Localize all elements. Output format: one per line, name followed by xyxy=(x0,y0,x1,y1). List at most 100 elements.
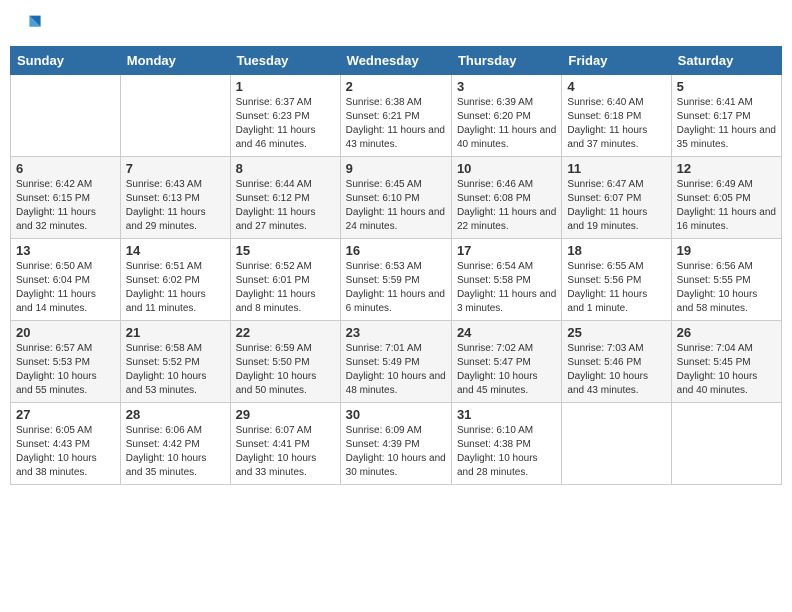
calendar: SundayMondayTuesdayWednesdayThursdayFrid… xyxy=(10,46,782,485)
day-number: 19 xyxy=(677,243,776,258)
day-number: 25 xyxy=(567,325,665,340)
calendar-cell: 25Sunrise: 7:03 AM Sunset: 5:46 PM Dayli… xyxy=(562,321,671,403)
day-number: 10 xyxy=(457,161,556,176)
calendar-cell: 13 Sunrise: 6:50 AM Sunset: 6:04 PM Dayli… xyxy=(11,239,121,321)
day-info: Sunrise: 6:44 AM Sunset: 6:12 PM Dayligh… xyxy=(236,178,335,234)
day-number: 21 xyxy=(126,325,225,340)
calendar-cell: 14 Sunrise: 6:51 AM Sunset: 6:02 PM Dayli… xyxy=(120,239,230,321)
day-number: 28 xyxy=(126,407,225,422)
calendar-cell: 2 Sunrise: 6:38 AM Sunset: 6:21 PM Daylig… xyxy=(340,75,451,157)
calendar-week-5: 27Sunrise: 6:05 AM Sunset: 4:43 PM Dayli… xyxy=(11,403,782,485)
day-info: Sunrise: 6:51 AM Sunset: 6:02 PM Dayligh… xyxy=(126,260,225,316)
calendar-cell: 4Sunrise: 6:40 AM Sunset: 6:18 PM Daylig… xyxy=(562,75,671,157)
day-number: 23 xyxy=(346,325,446,340)
day-number: 20 xyxy=(16,325,115,340)
day-number: 9 xyxy=(346,161,446,176)
day-number: 12 xyxy=(677,161,776,176)
logo xyxy=(14,10,46,38)
calendar-cell: 17 Sunrise: 6:54 AM Sunset: 5:58 PM Dayli… xyxy=(451,239,561,321)
day-info: Sunrise: 6:43 AM Sunset: 6:13 PM Dayligh… xyxy=(126,178,225,234)
day-info: Sunrise: 6:39 AM Sunset: 6:20 PM Dayligh… xyxy=(457,96,556,152)
calendar-cell: 18 Sunrise: 6:55 AM Sunset: 5:56 PM Dayli… xyxy=(562,239,671,321)
day-number: 11 xyxy=(567,161,665,176)
calendar-cell: 27Sunrise: 6:05 AM Sunset: 4:43 PM Dayli… xyxy=(11,403,121,485)
day-info: Sunrise: 6:49 AM Sunset: 6:05 PM Dayligh… xyxy=(677,178,776,234)
day-info: Sunrise: 6:09 AM Sunset: 4:39 PM Dayligh… xyxy=(346,424,446,480)
day-info: Sunrise: 6:59 AM Sunset: 5:50 PM Dayligh… xyxy=(236,342,335,398)
day-info: Sunrise: 6:57 AM Sunset: 5:53 PM Dayligh… xyxy=(16,342,115,398)
day-info: Sunrise: 6:53 AM Sunset: 5:59 PM Dayligh… xyxy=(346,260,446,316)
day-number: 14 xyxy=(126,243,225,258)
calendar-cell: 8 Sunrise: 6:44 AM Sunset: 6:12 PM Daylig… xyxy=(230,157,340,239)
logo-icon xyxy=(14,10,42,38)
calendar-cell: 23 Sunrise: 7:01 AM Sunset: 5:49 PM Dayli… xyxy=(340,321,451,403)
calendar-cell xyxy=(11,75,121,157)
day-info: Sunrise: 6:52 AM Sunset: 6:01 PM Dayligh… xyxy=(236,260,335,316)
calendar-cell: 21 Sunrise: 6:58 AM Sunset: 5:52 PM Dayli… xyxy=(120,321,230,403)
day-info: Sunrise: 6:46 AM Sunset: 6:08 PM Dayligh… xyxy=(457,178,556,234)
day-info: Sunrise: 7:04 AM Sunset: 5:45 PM Dayligh… xyxy=(677,342,776,398)
header-sunday: Sunday xyxy=(11,47,121,75)
day-number: 16 xyxy=(346,243,446,258)
day-info: Sunrise: 7:01 AM Sunset: 5:49 PM Dayligh… xyxy=(346,342,446,398)
day-info: Sunrise: 6:56 AM Sunset: 5:55 PM Dayligh… xyxy=(677,260,776,316)
calendar-cell: 3 Sunrise: 6:39 AM Sunset: 6:20 PM Daylig… xyxy=(451,75,561,157)
day-info: Sunrise: 6:42 AM Sunset: 6:15 PM Dayligh… xyxy=(16,178,115,234)
calendar-cell: 15 Sunrise: 6:52 AM Sunset: 6:01 PM Dayli… xyxy=(230,239,340,321)
calendar-cell: 22 Sunrise: 6:59 AM Sunset: 5:50 PM Dayli… xyxy=(230,321,340,403)
day-info: Sunrise: 6:58 AM Sunset: 5:52 PM Dayligh… xyxy=(126,342,225,398)
day-info: Sunrise: 6:47 AM Sunset: 6:07 PM Dayligh… xyxy=(567,178,665,234)
day-info: Sunrise: 6:37 AM Sunset: 6:23 PM Dayligh… xyxy=(236,96,335,152)
day-number: 18 xyxy=(567,243,665,258)
header-thursday: Thursday xyxy=(451,47,561,75)
day-info: Sunrise: 6:07 AM Sunset: 4:41 PM Dayligh… xyxy=(236,424,335,480)
calendar-cell: 12 Sunrise: 6:49 AM Sunset: 6:05 PM Dayli… xyxy=(671,157,781,239)
calendar-week-4: 20 Sunrise: 6:57 AM Sunset: 5:53 PM Dayli… xyxy=(11,321,782,403)
header-tuesday: Tuesday xyxy=(230,47,340,75)
day-number: 13 xyxy=(16,243,115,258)
day-info: Sunrise: 6:38 AM Sunset: 6:21 PM Dayligh… xyxy=(346,96,446,152)
day-number: 6 xyxy=(16,161,115,176)
day-number: 7 xyxy=(126,161,225,176)
day-number: 27 xyxy=(16,407,115,422)
day-number: 17 xyxy=(457,243,556,258)
calendar-week-2: 6 Sunrise: 6:42 AM Sunset: 6:15 PM Daylig… xyxy=(11,157,782,239)
calendar-cell: 11 Sunrise: 6:47 AM Sunset: 6:07 PM Dayli… xyxy=(562,157,671,239)
calendar-cell xyxy=(671,403,781,485)
calendar-cell: 10 Sunrise: 6:46 AM Sunset: 6:08 PM Dayli… xyxy=(451,157,561,239)
calendar-cell: 24Sunrise: 7:02 AM Sunset: 5:47 PM Dayli… xyxy=(451,321,561,403)
day-info: Sunrise: 6:10 AM Sunset: 4:38 PM Dayligh… xyxy=(457,424,556,480)
day-number: 5 xyxy=(677,79,776,94)
header-friday: Friday xyxy=(562,47,671,75)
calendar-cell: 16 Sunrise: 6:53 AM Sunset: 5:59 PM Dayli… xyxy=(340,239,451,321)
calendar-cell: 31 Sunrise: 6:10 AM Sunset: 4:38 PM Dayli… xyxy=(451,403,561,485)
day-number: 31 xyxy=(457,407,556,422)
day-info: Sunrise: 6:45 AM Sunset: 6:10 PM Dayligh… xyxy=(346,178,446,234)
day-info: Sunrise: 6:06 AM Sunset: 4:42 PM Dayligh… xyxy=(126,424,225,480)
day-number: 1 xyxy=(236,79,335,94)
calendar-cell: 30 Sunrise: 6:09 AM Sunset: 4:39 PM Dayli… xyxy=(340,403,451,485)
calendar-header-row: SundayMondayTuesdayWednesdayThursdayFrid… xyxy=(11,47,782,75)
day-info: Sunrise: 6:55 AM Sunset: 5:56 PM Dayligh… xyxy=(567,260,665,316)
day-number: 24 xyxy=(457,325,556,340)
day-number: 22 xyxy=(236,325,335,340)
calendar-cell: 20 Sunrise: 6:57 AM Sunset: 5:53 PM Dayli… xyxy=(11,321,121,403)
day-number: 30 xyxy=(346,407,446,422)
calendar-cell xyxy=(120,75,230,157)
day-number: 29 xyxy=(236,407,335,422)
calendar-cell: 19 Sunrise: 6:56 AM Sunset: 5:55 PM Dayli… xyxy=(671,239,781,321)
header-monday: Monday xyxy=(120,47,230,75)
calendar-cell: 29 Sunrise: 6:07 AM Sunset: 4:41 PM Dayli… xyxy=(230,403,340,485)
calendar-cell: 28 Sunrise: 6:06 AM Sunset: 4:42 PM Dayli… xyxy=(120,403,230,485)
calendar-cell: 5Sunrise: 6:41 AM Sunset: 6:17 PM Daylig… xyxy=(671,75,781,157)
calendar-cell: 7 Sunrise: 6:43 AM Sunset: 6:13 PM Daylig… xyxy=(120,157,230,239)
day-number: 8 xyxy=(236,161,335,176)
day-number: 15 xyxy=(236,243,335,258)
calendar-cell: 26Sunrise: 7:04 AM Sunset: 5:45 PM Dayli… xyxy=(671,321,781,403)
calendar-cell: 6 Sunrise: 6:42 AM Sunset: 6:15 PM Daylig… xyxy=(11,157,121,239)
day-info: Sunrise: 6:50 AM Sunset: 6:04 PM Dayligh… xyxy=(16,260,115,316)
day-number: 3 xyxy=(457,79,556,94)
page-header xyxy=(10,10,782,38)
day-info: Sunrise: 6:54 AM Sunset: 5:58 PM Dayligh… xyxy=(457,260,556,316)
day-number: 2 xyxy=(346,79,446,94)
